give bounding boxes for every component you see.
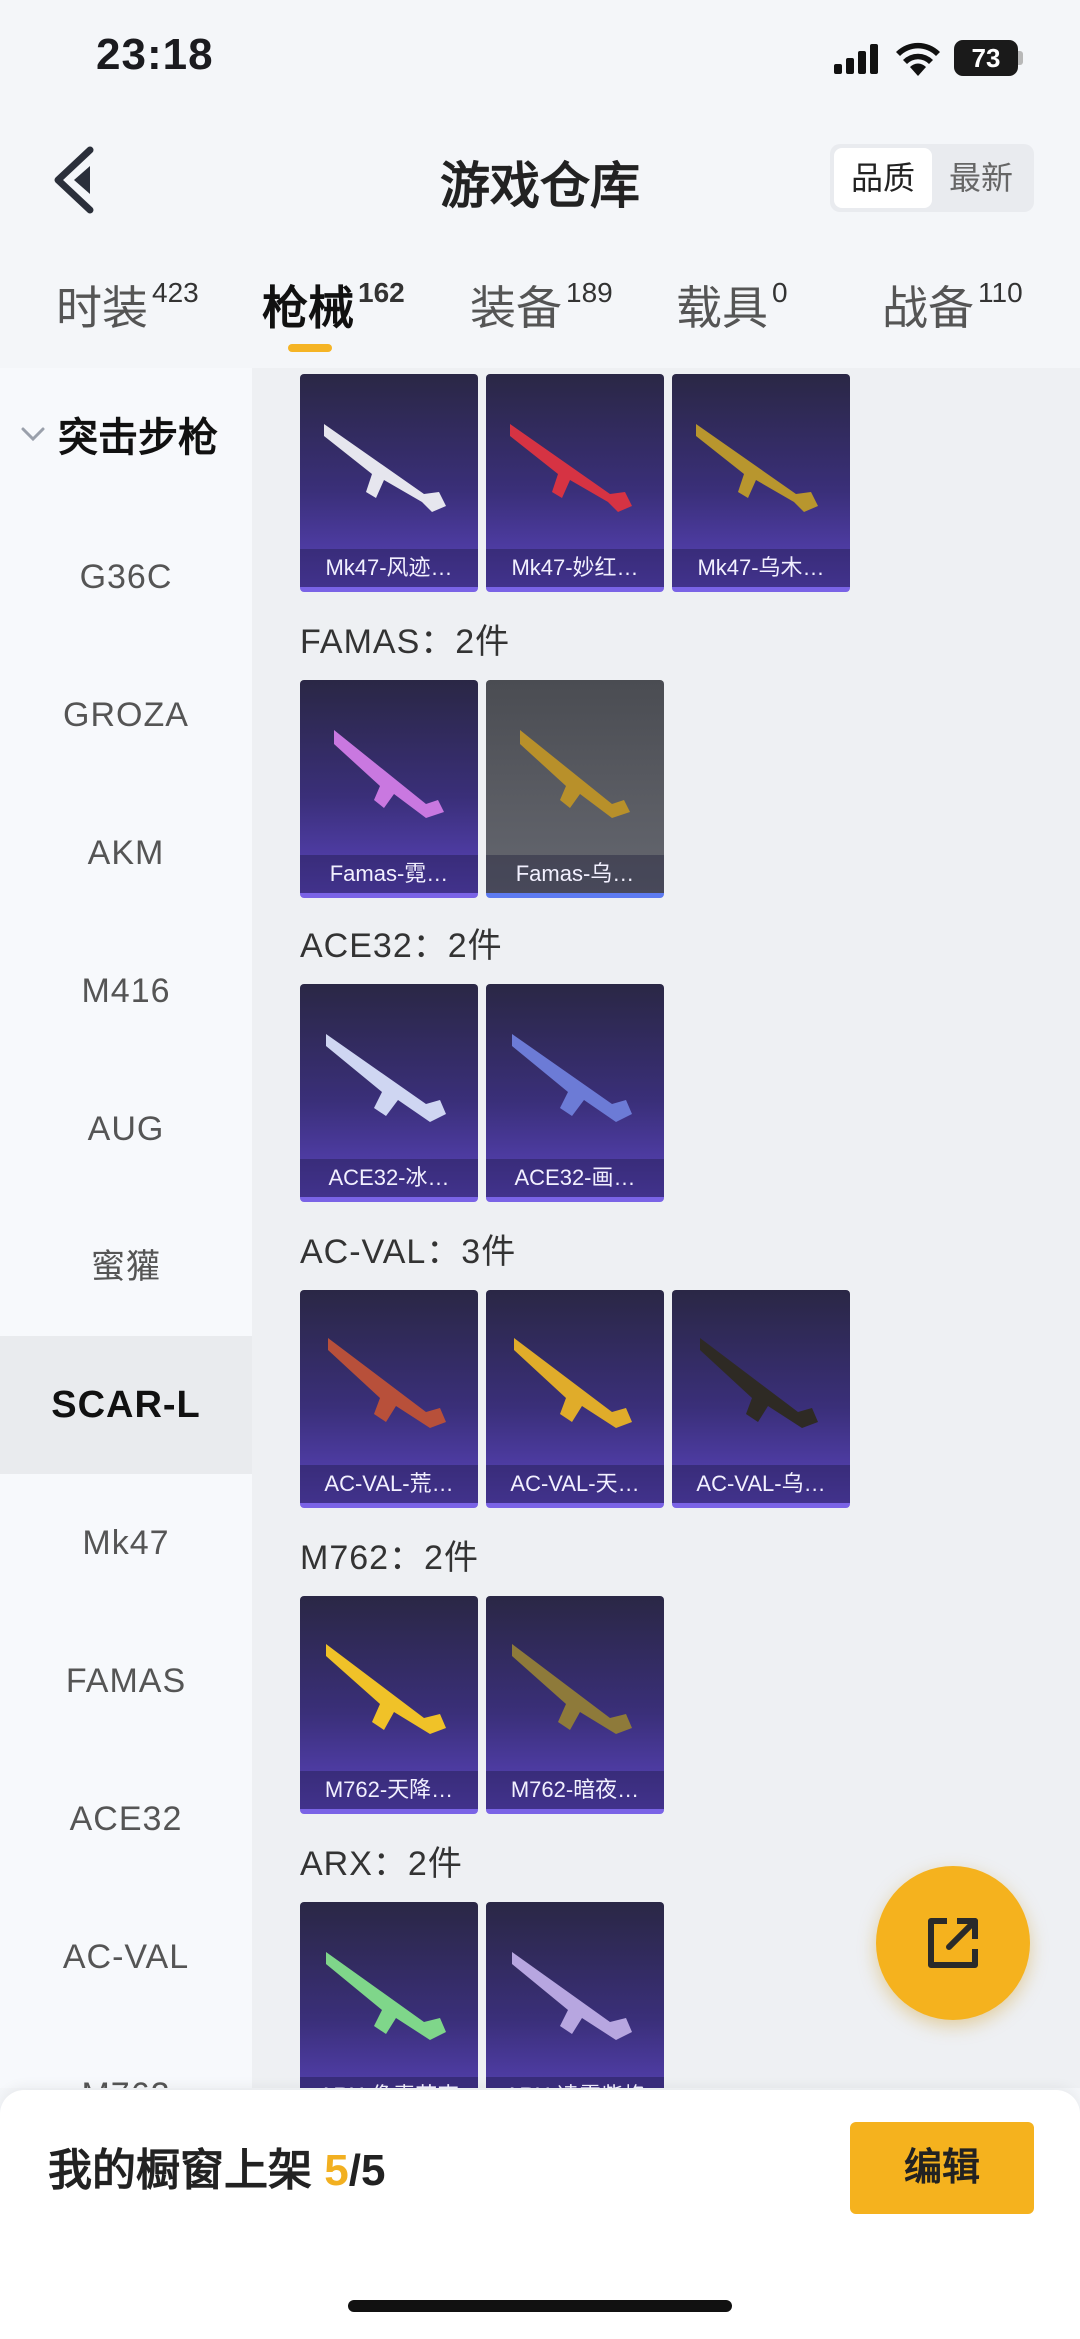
group-title-famas: FAMAS：2件 [300,623,511,661]
rifle-icon [512,1952,632,2040]
skin-card[interactable]: ARX-凌霄紫烙 [486,1902,664,2088]
skin-name: Famas-乌… [486,855,664,893]
rifle-icon [326,1644,446,1734]
tab-skins[interactable]: 时装 423 [56,272,199,338]
sidebar-item-scar-l[interactable]: SCAR-L [0,1336,252,1474]
share-out-icon [928,1918,978,1968]
skin-card[interactable]: ARX-像素花束 [300,1902,478,2088]
sidebar-category-header[interactable]: 突击步枪 [0,408,252,468]
wifi-icon [896,42,940,76]
tab-supplies[interactable]: 战备 110 [882,272,1023,338]
battery-level: 73 [954,40,1018,76]
sidebar-item-g36c[interactable]: G36C [0,508,252,646]
category-tabs: 时装 423 枪械 162 装备 189 载具 0 战备 110 [0,262,1080,366]
battery-icon: 73 [954,40,1024,76]
sidebar-category-label: 突击步枪 [58,416,218,460]
weapon-sidebar: 突击步枪 G36C GROZA AKM M416 AUG 蜜獾 SCAR-L M… [0,368,252,2088]
back-arrow-icon[interactable] [46,140,106,220]
skin-name: M762-暗夜… [486,1771,664,1809]
sort-by-quality-button[interactable]: 品质 [834,148,932,208]
skin-card[interactable]: M762-天降… [300,1596,478,1814]
showcase-status: 我的橱窗上架 5/5 [48,2146,386,2195]
tab-guns[interactable]: 枪械 162 [262,272,405,338]
rifle-icon [514,1338,632,1428]
skin-card[interactable]: Mk47-风迹… [300,374,478,592]
sidebar-item-aug[interactable]: AUG [0,1060,252,1198]
rifle-icon [328,1338,446,1428]
sidebar-item-m762[interactable]: M762 [0,2026,252,2088]
sidebar-item-famas[interactable]: FAMAS [0,1612,252,1750]
page-title: 游戏仓库 [440,158,640,214]
sidebar-item-mk47[interactable]: Mk47 [0,1474,252,1612]
skin-name: ACE32-画… [486,1159,664,1197]
sidebar-item-ac-val[interactable]: AC-VAL [0,1888,252,2026]
status-time: 23:18 [96,30,214,79]
tab-vehicles[interactable]: 载具 0 [676,272,788,338]
sort-toggle: 品质 最新 [830,144,1034,212]
skin-name: M762-天降… [300,1771,478,1809]
sidebar-item-m416[interactable]: M416 [0,922,252,1060]
skin-name: AC-VAL-乌… [672,1465,850,1503]
skin-name: ARX-像素花束 [300,2077,478,2088]
edit-button[interactable]: 编辑 [850,2122,1034,2214]
group-title-arx: ARX：2件 [300,1845,463,1883]
tab-equipment[interactable]: 装备 189 [470,272,613,338]
skin-name: Famas-霓… [300,855,478,893]
share-button[interactable] [876,1866,1030,2020]
skin-card[interactable]: Famas-霓… [300,680,478,898]
sidebar-item-ace32[interactable]: ACE32 [0,1750,252,1888]
skin-card[interactable]: ACE32-冰… [300,984,478,1202]
skin-card[interactable]: Mk47-妙红… [486,374,664,592]
sidebar-item-akm[interactable]: AKM [0,784,252,922]
active-tab-indicator [288,344,332,352]
skin-card[interactable]: AC-VAL-乌… [672,1290,850,1508]
rifle-icon [696,424,818,512]
weapon-skin-list: Mk47-风迹… Mk47-妙红… Mk47-乌木… FAMAS：2件 Fama… [252,368,1080,2088]
rifle-icon [510,424,632,512]
rifle-icon [324,424,446,512]
skin-name: Mk47-妙红… [486,549,664,587]
rifle-icon [512,1644,632,1734]
rifle-icon [326,1952,446,2040]
skin-card[interactable]: AC-VAL-天… [486,1290,664,1508]
group-title-ace32: ACE32：2件 [300,927,503,965]
skin-card[interactable]: ACE32-画… [486,984,664,1202]
rifle-icon [512,1034,632,1122]
skin-card[interactable]: Mk47-乌木… [672,374,850,592]
rifle-icon [520,730,630,818]
chevron-down-icon [21,427,45,442]
skin-name: AC-VAL-天… [486,1465,664,1503]
skin-card[interactable]: Famas-乌… [486,680,664,898]
status-bar: 23:18 73 [0,0,1080,120]
sidebar-item-honey-badger[interactable]: 蜜獾 [0,1198,252,1336]
skin-card[interactable]: M762-暗夜… [486,1596,664,1814]
rifle-icon [700,1338,818,1428]
sort-by-newest-button[interactable]: 最新 [932,148,1030,208]
rifle-icon [334,730,444,818]
sidebar-item-groza[interactable]: GROZA [0,646,252,784]
skin-name: AC-VAL-荒… [300,1465,478,1503]
skin-name: ACE32-冰… [300,1159,478,1197]
showcase-bar: 我的橱窗上架 5/5 编辑 [0,2090,1080,2339]
skin-name: ARX-凌霄紫烙 [486,2077,664,2088]
home-indicator[interactable] [348,2300,732,2312]
skin-name: Mk47-乌木… [672,549,850,587]
skin-name: Mk47-风迹… [300,549,478,587]
cellular-signal-icon [834,44,878,74]
group-title-ac-val: AC-VAL：3件 [300,1233,517,1271]
rifle-icon [326,1034,446,1122]
skin-card[interactable]: AC-VAL-荒… [300,1290,478,1508]
group-title-m762: M762：2件 [300,1539,479,1577]
